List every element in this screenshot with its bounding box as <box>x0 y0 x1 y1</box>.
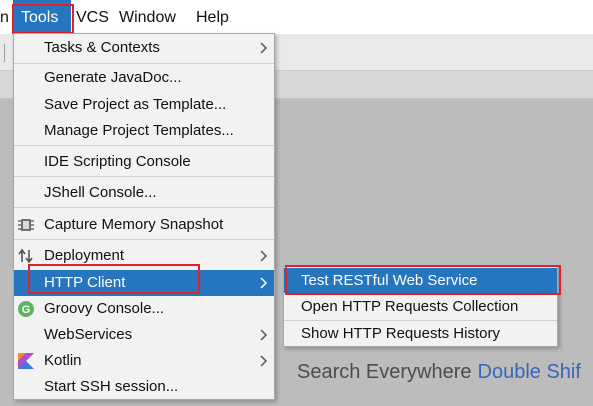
menu-item-label: Capture Memory Snapshot <box>44 216 224 233</box>
menu-item-label: Tasks & Contexts <box>44 39 160 56</box>
menu-item-label: Manage Project Templates... <box>44 122 234 139</box>
menu-window[interactable]: Window <box>119 0 184 34</box>
menu-item-label: HTTP Client <box>44 274 126 291</box>
submenu-item-open-http-requests[interactable]: Open HTTP Requests Collection <box>284 294 557 319</box>
menu-item-label: Deployment <box>44 247 125 264</box>
menu-tools-label: Tools <box>21 9 59 26</box>
memory-snapshot-icon <box>18 219 34 231</box>
menu-item-manage-project-templates[interactable]: Manage Project Templates... <box>14 118 274 144</box>
submenu-item-label: Test RESTful Web Service <box>301 272 478 289</box>
submenu-item-label: Open HTTP Requests Collection <box>301 298 519 315</box>
menu-separator <box>14 145 274 146</box>
menu-separator <box>14 239 274 240</box>
menu-help[interactable]: Help <box>196 0 236 34</box>
menu-item-label: JShell Console... <box>44 184 157 201</box>
menu-separator <box>14 207 274 208</box>
menu-help-label: Help <box>196 9 229 26</box>
submenu-item-show-http-history[interactable]: Show HTTP Requests History <box>284 321 557 346</box>
toolbar-divider <box>4 44 5 62</box>
menu-separator <box>14 63 274 64</box>
menu-item-label: IDE Scripting Console <box>44 153 191 170</box>
submenu-item-test-restful[interactable]: Test RESTful Web Service <box>284 268 557 293</box>
menu-item-capture-memory-snapshot[interactable]: Capture Memory Snapshot <box>14 212 274 238</box>
menu-partial-label: n <box>0 9 9 26</box>
menu-vcs[interactable]: VCS <box>76 0 112 34</box>
menu-item-webservices[interactable]: WebServices <box>14 322 274 348</box>
menu-item-groovy-console[interactable]: G Groovy Console... <box>14 296 274 322</box>
menu-bar: n Tools VCS Window Help <box>0 0 593 34</box>
menu-item-tasks-contexts[interactable]: Tasks & Contexts <box>14 35 274 61</box>
menu-item-save-project-template[interactable]: Save Project as Template... <box>14 92 274 118</box>
groovy-icon: G <box>18 301 34 317</box>
menu-item-jshell-console[interactable]: JShell Console... <box>14 180 274 206</box>
chevron-right-icon <box>260 277 268 289</box>
menu-tools[interactable]: Tools <box>13 0 71 34</box>
search-everywhere-hint: Search Everywhere Double Shif <box>297 361 581 384</box>
http-client-submenu: Test RESTful Web Service Open HTTP Reque… <box>283 266 558 347</box>
menu-item-label: Start SSH session... <box>44 378 179 395</box>
menu-vcs-label: VCS <box>76 9 109 26</box>
menu-item-generate-javadoc[interactable]: Generate JavaDoc... <box>14 65 274 91</box>
menu-item-label: Generate JavaDoc... <box>44 69 182 86</box>
chevron-right-icon <box>260 355 268 367</box>
deployment-icon <box>18 248 33 264</box>
menu-item-start-ssh-session[interactable]: Start SSH session... <box>14 374 274 400</box>
menu-item-ide-scripting-console[interactable]: IDE Scripting Console <box>14 149 274 175</box>
menu-item-label: Kotlin <box>44 352 82 369</box>
kotlin-icon <box>18 353 34 369</box>
chevron-right-icon <box>260 250 268 262</box>
menu-item-label: Groovy Console... <box>44 300 165 317</box>
submenu-item-label: Show HTTP Requests History <box>301 325 500 342</box>
menu-partial[interactable]: n <box>0 0 10 34</box>
hint-text: Search Everywhere <box>297 361 472 383</box>
menu-separator <box>14 176 274 177</box>
chevron-right-icon <box>260 329 268 341</box>
chevron-right-icon <box>260 42 268 54</box>
menu-item-kotlin[interactable]: Kotlin <box>14 348 274 374</box>
groovy-icon-letter: G <box>22 304 31 316</box>
menu-item-http-client[interactable]: HTTP Client <box>14 270 274 296</box>
menu-item-label: WebServices <box>44 326 133 343</box>
menu-item-label: Save Project as Template... <box>44 96 227 113</box>
menu-window-label: Window <box>119 9 176 26</box>
menu-item-deployment[interactable]: Deployment <box>14 243 274 269</box>
tools-menu: Tasks & Contexts Generate JavaDoc... Sav… <box>13 33 275 400</box>
hint-shortcut: Double Shif <box>477 361 581 383</box>
